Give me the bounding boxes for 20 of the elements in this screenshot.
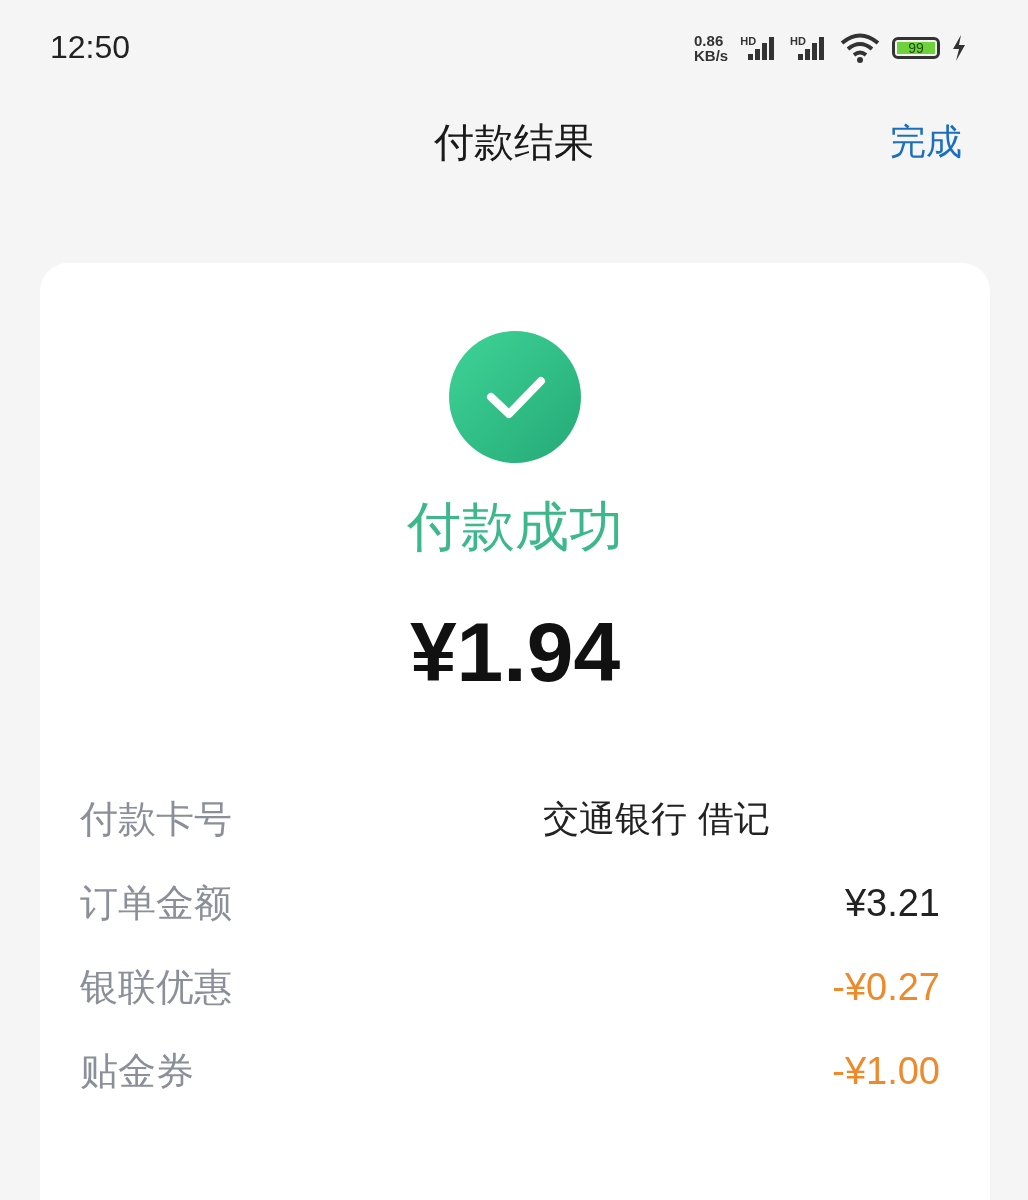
detail-label: 订单金额 — [80, 879, 232, 927]
status-time: 12:50 — [50, 29, 131, 66]
detail-value: -¥0.27 — [832, 965, 940, 1009]
detail-value: ¥3.21 — [844, 881, 940, 925]
done-button[interactable]: 完成 — [890, 118, 962, 167]
payment-status: 付款成功 — [407, 494, 623, 560]
detail-label: 贴金券 — [80, 1047, 194, 1095]
success-check-icon — [449, 331, 581, 463]
detail-label: 付款卡号 — [80, 795, 232, 843]
charging-icon — [952, 34, 966, 61]
battery-icon: 99 — [892, 36, 940, 59]
network-speed: 0.86 KB/s — [694, 32, 729, 63]
wifi-icon — [840, 31, 880, 64]
page-title: 付款结果 — [434, 118, 594, 167]
detail-value: -¥1.00 — [832, 1049, 940, 1093]
detail-label: 银联优惠 — [80, 963, 232, 1011]
network-type-label: HD — [740, 34, 757, 47]
payment-amount: ¥1.94 — [409, 604, 621, 701]
detail-value: 交通银行 借记 — [542, 796, 770, 841]
network-type-label: HD — [790, 34, 806, 47]
